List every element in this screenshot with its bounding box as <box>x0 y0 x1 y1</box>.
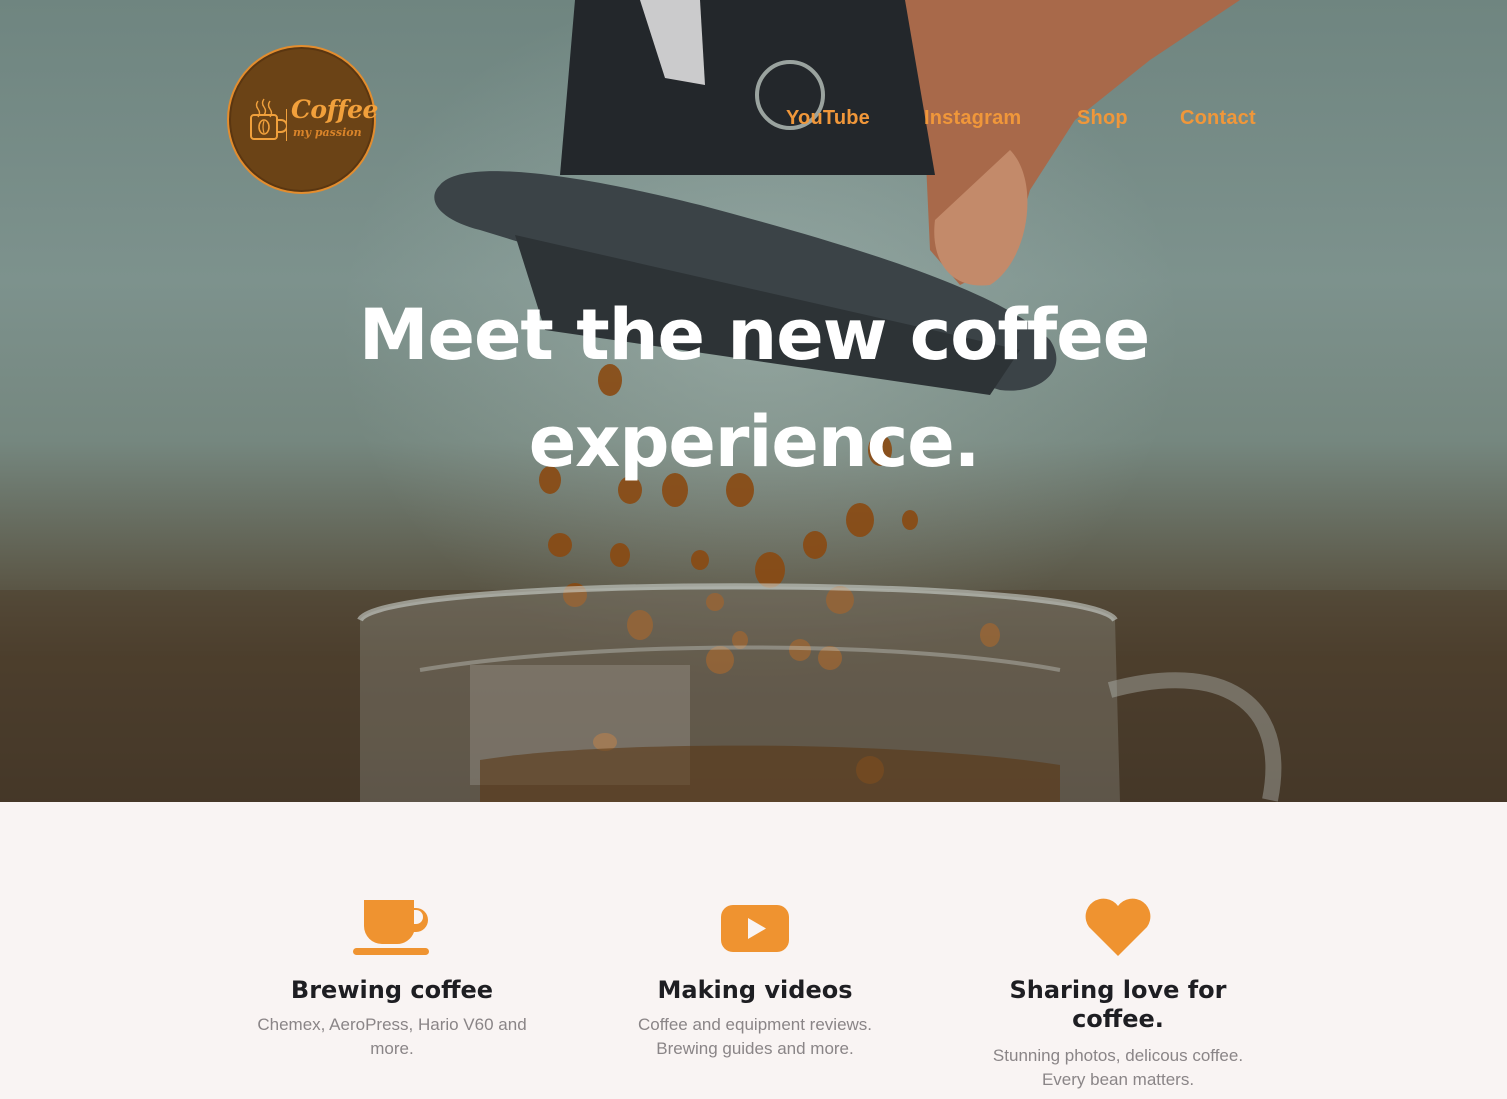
feature-title: Making videos <box>657 976 853 1004</box>
coffee-cup-icon <box>353 900 429 955</box>
hero-section: Coffee my passion YouTube Instagram Shop… <box>0 0 1507 802</box>
heart-icon <box>1085 898 1151 956</box>
video-play-icon <box>721 905 789 952</box>
nav-link-contact[interactable]: Contact <box>1180 107 1256 130</box>
main-nav: YouTube Instagram Shop Contact <box>0 107 1507 137</box>
nav-link-shop[interactable]: Shop <box>1077 107 1128 130</box>
feature-brewing: Brewing coffee Chemex, AeroPress, Hario … <box>247 898 537 1061</box>
feature-title: Sharing love for coffee. <box>1009 976 1227 1033</box>
feature-title: Brewing coffee <box>290 976 494 1004</box>
hero-headline: Meet the new coffee experience. <box>358 294 1150 483</box>
nav-link-youtube[interactable]: YouTube <box>786 107 870 130</box>
feature-love: Sharing love for coffee. Stunning photos… <box>973 898 1263 1092</box>
nav-link-instagram[interactable]: Instagram <box>924 107 1021 130</box>
feature-videos: Making videos Coffee and equipment revie… <box>610 898 900 1061</box>
feature-description: Chemex, AeroPress, Hario V60 and more. <box>257 1015 527 1058</box>
features-section: Brewing coffee Chemex, AeroPress, Hario … <box>0 802 1507 1099</box>
feature-description: Coffee and equipment reviews. Brewing gu… <box>637 1015 873 1058</box>
feature-description: Stunning photos, delicous coffee. Every … <box>992 1046 1244 1089</box>
